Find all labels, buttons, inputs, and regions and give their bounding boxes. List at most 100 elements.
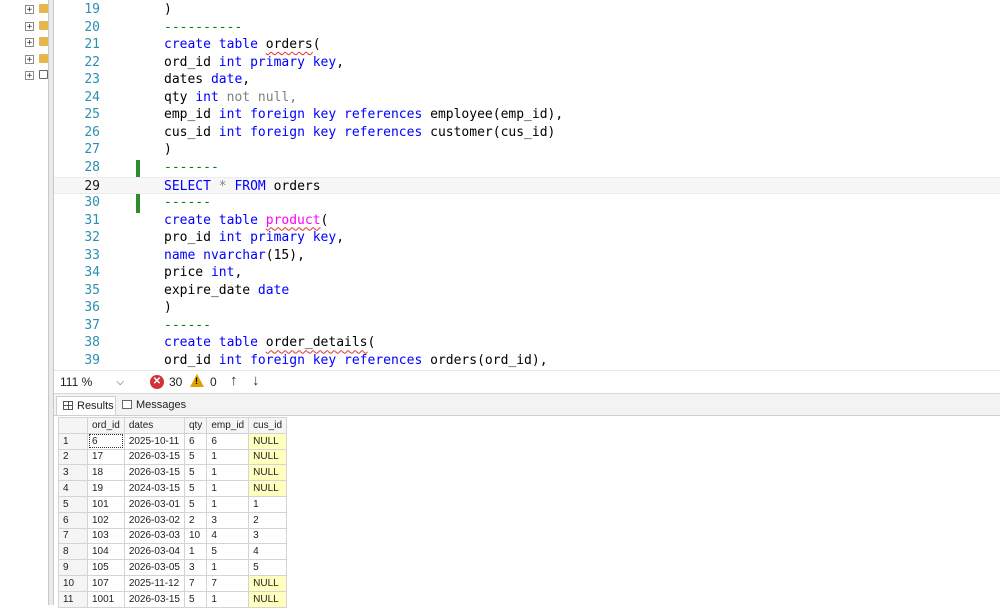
code-line[interactable]: 31 create table product( — [54, 212, 1000, 230]
table-cell[interactable]: 1 — [206, 559, 250, 576]
table-cell[interactable]: 2026-03-05 — [123, 559, 185, 576]
table-cell[interactable]: 1 — [183, 543, 208, 561]
table-cell[interactable]: 103 — [87, 527, 125, 545]
table-cell[interactable]: NULL — [248, 448, 288, 466]
explorer-node[interactable]: + — [0, 19, 48, 35]
table-cell[interactable]: 102 — [87, 511, 125, 529]
table-cell[interactable]: 3 — [206, 511, 250, 529]
table-row[interactable]: 10 107 2025-11-12 7 7 NULL — [58, 574, 288, 592]
code-line[interactable]: 26 cus_id int foreign key references cust… — [54, 124, 1000, 142]
table-cell[interactable]: 2026-03-15 — [123, 448, 185, 466]
table-cell[interactable]: 2025-11-12 — [123, 574, 185, 592]
table-row[interactable]: 4 19 2024-03-15 5 1 NULL — [58, 480, 288, 497]
table-cell[interactable]: NULL — [248, 574, 288, 592]
row-number[interactable]: 8 — [58, 543, 88, 561]
code-line[interactable]: 35 expire_date date — [54, 282, 1000, 300]
table-cell[interactable]: 7 — [183, 574, 208, 592]
expand-icon[interactable]: + — [25, 71, 34, 81]
explorer-node[interactable]: + — [0, 68, 48, 84]
code-line[interactable]: 22 ord_id int primary key, — [54, 54, 1000, 72]
code-line[interactable]: 24 qty int not null, — [54, 89, 1000, 107]
row-number[interactable]: 10 — [58, 574, 88, 592]
code-line[interactable]: 19) — [54, 1, 1000, 19]
error-icon[interactable]: ✕ — [150, 375, 164, 389]
next-error-icon[interactable]: ↓ — [252, 372, 260, 389]
row-number[interactable]: 4 — [58, 480, 88, 497]
code-line[interactable]: 37 ------ — [54, 317, 1000, 335]
warning-icon[interactable]: ! — [190, 374, 204, 387]
table-cell[interactable]: 17 — [87, 448, 125, 466]
code-line[interactable]: 28 ------- — [54, 159, 1000, 177]
column-header[interactable]: qty — [183, 417, 208, 434]
code-line[interactable]: 39 ord_id int foreign key references orde… — [54, 352, 1000, 370]
table-cell[interactable]: 2026-03-03 — [123, 527, 185, 545]
table-cell[interactable]: 3 — [183, 559, 208, 576]
table-cell[interactable]: 18 — [87, 464, 125, 482]
table-cell[interactable]: NULL — [248, 464, 288, 482]
results-grid[interactable]: ord_id dates qty emp_id cus_id 1 6 2025-10-11 6… — [58, 417, 288, 608]
row-number[interactable]: 1 — [58, 432, 88, 450]
error-count[interactable]: 30 — [169, 374, 182, 391]
table-row[interactable]: 9 105 2026-03-05 3 1 5 — [58, 559, 288, 576]
table-cell[interactable]: 2026-03-04 — [123, 543, 185, 561]
explorer-node[interactable]: + — [0, 2, 48, 18]
table-cell[interactable]: 10 — [183, 527, 208, 545]
column-header[interactable]: dates — [123, 417, 185, 434]
query-editor[interactable]: 19) 20 ---------- 21 create table orders(22 o… — [54, 0, 1000, 370]
table-cell[interactable]: 5 — [206, 543, 250, 561]
table-cell[interactable]: 2025-10-11 — [123, 432, 185, 450]
table-cell[interactable]: 2024-03-15 — [123, 480, 185, 497]
column-header[interactable]: cus_id — [248, 417, 288, 434]
table-cell[interactable]: 19 — [87, 480, 125, 497]
code-line[interactable]: 33 name nvarchar(15), — [54, 247, 1000, 265]
table-cell[interactable]: 1 — [248, 495, 288, 513]
table-cell[interactable]: 1 — [206, 495, 250, 513]
table-cell[interactable]: 1 — [206, 480, 250, 497]
expand-icon[interactable]: + — [25, 54, 34, 64]
table-cell[interactable]: 5 — [183, 464, 208, 482]
code-line[interactable]: 29 SELECT * FROM orders — [54, 176, 1000, 195]
explorer-node[interactable]: + — [0, 52, 48, 68]
table-cell[interactable]: 7 — [206, 574, 250, 592]
table-cell[interactable]: 2026-03-15 — [123, 464, 185, 482]
code-line[interactable]: 21 create table orders( — [54, 36, 1000, 54]
table-cell[interactable]: 5 — [248, 559, 288, 576]
table-cell[interactable]: 4 — [206, 527, 250, 545]
table-cell[interactable]: NULL — [248, 480, 288, 497]
code-line[interactable]: 34 price int, — [54, 264, 1000, 282]
column-header[interactable]: ord_id — [87, 417, 125, 434]
row-number[interactable]: 2 — [58, 448, 88, 466]
table-row[interactable]: 8 104 2026-03-04 1 5 4 — [58, 543, 288, 561]
table-cell[interactable]: 6 — [87, 432, 125, 450]
table-cell[interactable]: 5 — [183, 495, 208, 513]
table-row[interactable]: 5 101 2026-03-01 5 1 1 — [58, 495, 288, 513]
tab-results[interactable]: Results — [56, 396, 116, 415]
expand-icon[interactable]: + — [25, 21, 34, 31]
table-row[interactable]: 1 6 2025-10-11 6 6 NULL — [58, 432, 288, 450]
row-number[interactable]: 6 — [58, 511, 88, 529]
table-cell[interactable]: 104 — [87, 543, 125, 561]
explorer-node[interactable]: + — [0, 35, 48, 51]
code-line[interactable]: 30 ------ — [54, 194, 1000, 212]
row-number[interactable]: 3 — [58, 464, 88, 482]
table-cell[interactable]: 101 — [87, 495, 125, 513]
code-line[interactable]: 32 pro_id int primary key, — [54, 229, 1000, 247]
zoom-dropdown[interactable]: 111 % ⌵ — [60, 374, 124, 391]
table-cell[interactable]: 2026-03-01 — [123, 495, 185, 513]
expand-icon[interactable]: + — [25, 38, 34, 48]
warning-count[interactable]: 0 — [210, 374, 217, 391]
table-cell[interactable]: 5 — [183, 480, 208, 497]
table-cell[interactable]: 2 — [183, 511, 208, 529]
table-cell[interactable]: 4 — [248, 543, 288, 561]
code-line[interactable]: 36) — [54, 299, 1000, 317]
code-line[interactable]: 23 dates date, — [54, 71, 1000, 89]
table-row[interactable]: 3 18 2026-03-15 5 1 NULL — [58, 464, 288, 482]
table-cell[interactable]: 105 — [87, 559, 125, 576]
table-cell[interactable]: 2026-03-02 — [123, 511, 185, 529]
row-number[interactable]: 5 — [58, 495, 88, 513]
code-line[interactable]: 27) — [54, 141, 1000, 159]
table-cell[interactable]: NULL — [248, 432, 288, 450]
code-line[interactable]: 20 ---------- — [54, 19, 1000, 37]
code-line[interactable]: 25 emp_id int foreign key references empl… — [54, 106, 1000, 124]
table-cell[interactable]: 5 — [183, 448, 208, 466]
